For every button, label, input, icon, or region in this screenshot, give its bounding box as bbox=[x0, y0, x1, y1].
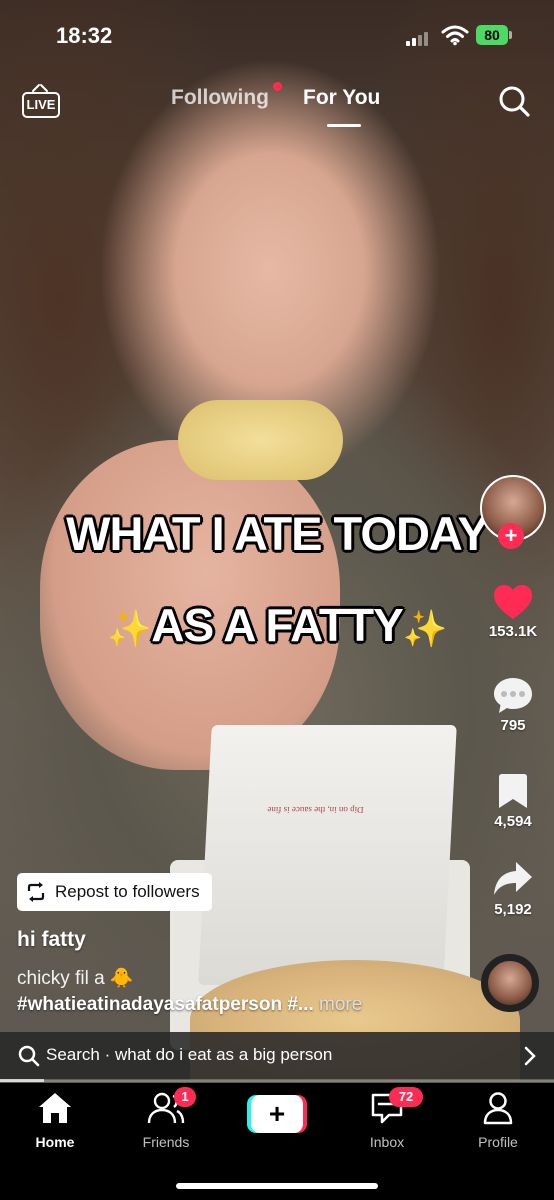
battery-tip bbox=[509, 31, 512, 39]
repost-label: Repost to followers bbox=[55, 882, 200, 901]
heart-icon bbox=[494, 585, 532, 619]
nav-inbox[interactable]: Inbox 72 bbox=[347, 1087, 427, 1150]
comment-count: 795 bbox=[500, 717, 526, 734]
active-tab-underline bbox=[327, 124, 361, 127]
video-overlay-line2: ✨AS A FATTY✨ bbox=[0, 598, 554, 652]
status-time: 18:32 bbox=[56, 23, 113, 48]
create-button[interactable]: + bbox=[247, 1095, 307, 1133]
video-progress-bar[interactable] bbox=[0, 1079, 554, 1082]
bottom-nav: Home Friends 1 + Inbox 72 Profile bbox=[0, 1083, 554, 1200]
more-link[interactable]: more bbox=[319, 994, 362, 1015]
follow-plus-button[interactable]: + bbox=[498, 523, 524, 549]
search-suggestion-text: Search · what do i eat as a big person bbox=[46, 1045, 333, 1064]
like-button[interactable]: 153.1K bbox=[478, 583, 548, 640]
video-overlay-line1: WHAT I ATE TODAY bbox=[66, 507, 489, 560]
plus-icon: + bbox=[251, 1095, 303, 1133]
following-notification-dot bbox=[273, 82, 282, 91]
hashtags-text[interactable]: #whatieatinadayasafatperson #... bbox=[17, 994, 314, 1015]
repost-icon bbox=[27, 882, 45, 902]
nav-friends-label: Friends bbox=[142, 1134, 190, 1150]
video-food bbox=[178, 400, 343, 480]
friends-badge: 1 bbox=[174, 1087, 196, 1107]
live-label: LIVE bbox=[22, 92, 60, 118]
post-hashtags[interactable]: #whatieatinadayasafatperson #... more bbox=[17, 994, 362, 1016]
tab-following[interactable]: Following bbox=[171, 86, 269, 110]
sparkle-icon: ✨ bbox=[402, 608, 448, 649]
share-arrow-icon bbox=[494, 862, 532, 895]
nav-home-label: Home bbox=[35, 1134, 75, 1150]
share-count: 5,192 bbox=[494, 901, 532, 918]
comment-button[interactable]: 795 bbox=[478, 675, 548, 734]
tab-for-you[interactable]: For You bbox=[303, 86, 380, 110]
nav-home[interactable]: Home bbox=[15, 1091, 95, 1150]
battery-level: 80 bbox=[484, 27, 500, 43]
search-icon bbox=[18, 1045, 40, 1067]
search-icon[interactable] bbox=[497, 84, 531, 118]
home-icon bbox=[39, 1093, 71, 1123]
live-button[interactable]: LIVE bbox=[22, 84, 60, 118]
battery-icon: 80 bbox=[476, 25, 508, 45]
inbox-badge: 72 bbox=[389, 1087, 423, 1107]
top-nav: LIVE Following For You bbox=[0, 78, 554, 128]
like-count: 153.1K bbox=[488, 623, 538, 640]
share-button[interactable]: 5,192 bbox=[478, 859, 548, 918]
nav-friends[interactable]: Friends 1 bbox=[126, 1087, 206, 1150]
home-indicator bbox=[176, 1183, 378, 1189]
profile-icon bbox=[483, 1092, 513, 1125]
status-bar: 18:32 80 bbox=[0, 0, 554, 70]
video-box: Dip on in, the sauce is fine bbox=[198, 725, 457, 985]
save-button[interactable]: 4,594 bbox=[478, 771, 548, 830]
repost-button[interactable]: Repost to followers bbox=[17, 873, 212, 911]
box-print: Dip on in, the sauce is fine bbox=[267, 805, 364, 815]
sparkle-icon: ✨ bbox=[107, 608, 152, 649]
wifi-icon bbox=[441, 25, 469, 46]
post-caption: chicky fil a 🐥 bbox=[17, 968, 134, 989]
video-progress-fill bbox=[0, 1079, 45, 1082]
creator-username[interactable]: hi fatty bbox=[17, 928, 86, 952]
chevron-right-icon bbox=[524, 1046, 536, 1066]
tiktok-screen: Dip on in, the sauce is fine 18:32 80 LI… bbox=[0, 0, 554, 1200]
save-count: 4,594 bbox=[494, 813, 532, 830]
nav-profile[interactable]: Profile bbox=[458, 1091, 538, 1150]
music-disc[interactable] bbox=[481, 954, 539, 1012]
nav-inbox-label: Inbox bbox=[369, 1134, 405, 1150]
search-suggestion-bar[interactable]: Search · what do i eat as a big person bbox=[0, 1032, 554, 1080]
comment-icon bbox=[494, 678, 532, 713]
nav-profile-label: Profile bbox=[478, 1134, 518, 1150]
video-overlay-line2-text: AS A FATTY bbox=[151, 599, 404, 651]
cellular-signal-icon bbox=[406, 30, 434, 46]
bookmark-icon bbox=[499, 774, 527, 808]
